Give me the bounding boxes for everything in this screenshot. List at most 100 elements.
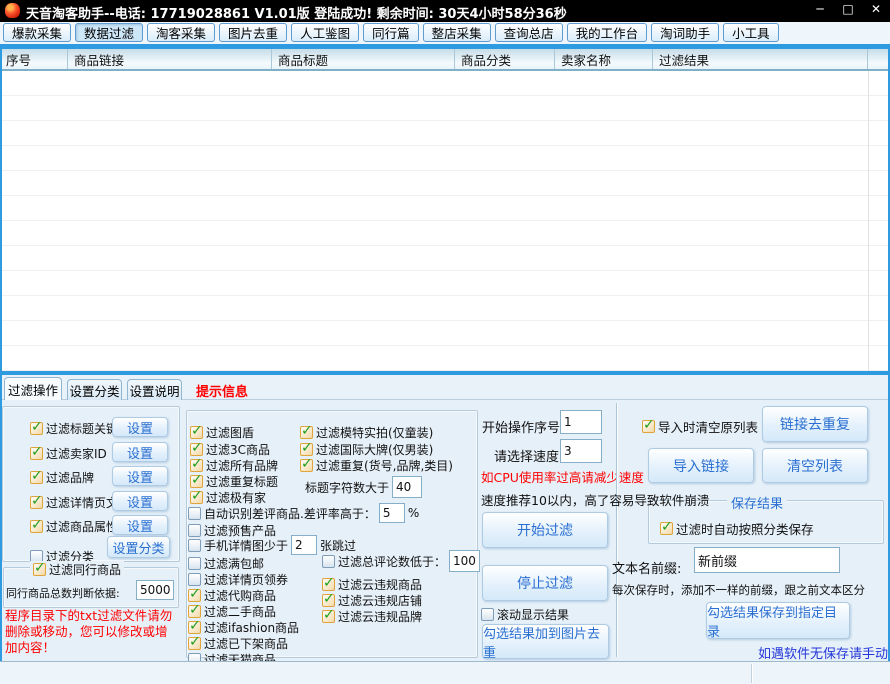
- window-title: 天音淘客助手--电话: 17719028861 V1.01版 登陆成功! 剩余时…: [26, 3, 567, 22]
- col-header-link[interactable]: 商品链接: [68, 49, 272, 69]
- nav-tab-peer[interactable]: 同行篇: [363, 23, 419, 42]
- auto-save-checkbox[interactable]: [660, 522, 673, 535]
- filter-delisted-row: 过滤已下架商品: [188, 635, 288, 651]
- filter-product-attr-checkbox[interactable]: [30, 520, 43, 533]
- minimize-icon[interactable]: ─: [812, 2, 828, 16]
- filter-title-keywords-checkbox[interactable]: [30, 422, 43, 435]
- auto-save-row: 过滤时自动按照分类保存: [660, 520, 814, 536]
- start-filter-button[interactable]: 开始过滤: [482, 512, 608, 548]
- filter-peer-products-checkbox[interactable]: [33, 563, 46, 576]
- add-to-image-dedup-button[interactable]: 勾选结果加到图片去重: [482, 624, 609, 659]
- speed-label: 请选择速度:: [494, 446, 563, 465]
- txt-files-warning: 程序目录下的txt过滤文件请勿删除或移动，您可以修改或增加内容！: [5, 608, 178, 656]
- filter-free-ship-checkbox[interactable]: [188, 557, 201, 570]
- filter-presale-checkbox[interactable]: [188, 524, 201, 537]
- set-category-button[interactable]: 设置分类: [107, 536, 170, 558]
- nav-tab-manual-review[interactable]: 人工鉴图: [291, 23, 359, 42]
- set-title-keywords-button[interactable]: 设置: [112, 417, 168, 437]
- set-seller-id-button[interactable]: 设置: [112, 442, 168, 462]
- filter-jiyoujia-checkbox[interactable]: [190, 491, 203, 504]
- filter-cloud-brand-checkbox[interactable]: [322, 610, 335, 623]
- set-product-attr-button[interactable]: 设置: [112, 515, 168, 535]
- tab-set-category[interactable]: 设置分类: [67, 379, 122, 400]
- col-header-category[interactable]: 商品分类: [455, 49, 555, 69]
- phone-detail-count-input[interactable]: 2: [291, 535, 317, 555]
- col-header-result[interactable]: 过滤结果: [653, 49, 868, 69]
- stop-filter-button[interactable]: 停止过滤: [482, 565, 608, 601]
- filter-intl-brand-checkbox[interactable]: [300, 443, 313, 456]
- filter-daigou-checkbox[interactable]: [188, 589, 201, 602]
- scroll-results-checkbox[interactable]: [481, 608, 494, 621]
- nav-tab-data-filter[interactable]: 数据过滤: [75, 23, 143, 42]
- filter-detail-text-checkbox[interactable]: [30, 496, 43, 509]
- tab-filter-actions[interactable]: 过滤操作: [4, 377, 62, 400]
- filter-ifashion-checkbox[interactable]: [188, 621, 201, 634]
- hint-label: 提示信息: [196, 381, 248, 400]
- filter-coupon-checkbox[interactable]: [188, 573, 201, 586]
- peer-count-input[interactable]: 5000: [136, 580, 174, 600]
- clear-list-button[interactable]: 清空列表: [762, 448, 868, 483]
- filter-intl-brand-row: 过滤国际大牌(仅男装): [300, 441, 433, 457]
- filter-coupon-row: 过滤详情页领券: [188, 571, 288, 587]
- import-links-button[interactable]: 导入链接: [648, 448, 754, 483]
- checkbox-label: 过滤极有家: [206, 489, 266, 506]
- checkbox-label: 过滤同行商品: [49, 561, 121, 578]
- col-header-index[interactable]: 序号: [0, 49, 68, 69]
- nav-tab-whole-store-collect[interactable]: 整店采集: [423, 23, 491, 42]
- speed-input[interactable]: 3: [560, 439, 602, 463]
- filter-secondhand-checkbox[interactable]: [188, 605, 201, 618]
- min-comments-checkbox[interactable]: [322, 555, 335, 568]
- filter-brand-checkbox[interactable]: [30, 471, 43, 484]
- nav-tab-burst-collect[interactable]: 爆款采集: [3, 23, 71, 42]
- filter-seller-id-row: 过滤卖家ID: [30, 445, 107, 461]
- title-length-label: 标题字符数大于: [305, 479, 389, 496]
- set-brand-button[interactable]: 设置: [112, 466, 168, 486]
- save-to-directory-button[interactable]: 勾选结果保存到指定目录: [706, 602, 850, 639]
- nav-tab-query-store[interactable]: 查询总店: [495, 23, 563, 42]
- checkbox-label: 过滤云违规品牌: [338, 608, 422, 625]
- tab-settings-help[interactable]: 设置说明: [127, 379, 182, 400]
- filter-3c-checkbox[interactable]: [190, 443, 203, 456]
- phone-detail-checkbox[interactable]: [188, 539, 201, 552]
- filter-cloud-product-checkbox[interactable]: [322, 578, 335, 591]
- checkbox-label: 过滤所有品牌: [206, 457, 278, 474]
- set-detail-text-button[interactable]: 设置: [112, 491, 168, 511]
- speed-note-text: 速度推荐10以内，高了容易导致软件崩溃: [481, 490, 709, 509]
- start-index-label: 开始操作序号:: [482, 417, 564, 436]
- filter-product-attr-row: 过滤商品属性: [30, 518, 118, 534]
- filter-all-brands-checkbox[interactable]: [190, 459, 203, 472]
- nav-tab-image-dedup[interactable]: 图片去重: [219, 23, 287, 42]
- col-header-seller[interactable]: 卖家名称: [555, 49, 653, 69]
- filter-model-photo-checkbox[interactable]: [300, 426, 313, 439]
- col-header-title[interactable]: 商品标题: [272, 49, 455, 69]
- filter-dup-title-row: 过滤重复标题: [190, 473, 278, 489]
- checkbox-label: 手机详情图少于: [204, 537, 288, 554]
- close-icon[interactable]: ✕: [868, 2, 884, 16]
- clear-on-import-checkbox[interactable]: [642, 420, 655, 433]
- results-table-body[interactable]: [0, 71, 890, 371]
- maximize-icon[interactable]: □: [840, 2, 856, 16]
- prefix-label: 文本名前缀:: [612, 558, 681, 577]
- filter-delisted-checkbox[interactable]: [188, 637, 201, 650]
- filter-seller-id-checkbox[interactable]: [30, 447, 43, 460]
- nav-tab-workbench[interactable]: 我的工作台: [567, 23, 648, 42]
- nav-tab-taoke-collect[interactable]: 淘客采集: [147, 23, 215, 42]
- bad-review-checkbox[interactable]: [188, 507, 201, 520]
- start-index-input[interactable]: 1: [560, 410, 602, 434]
- filter-secondhand-row: 过滤二手商品: [188, 603, 276, 619]
- filter-dup-title-checkbox[interactable]: [190, 475, 203, 488]
- link-dedup-button[interactable]: 链接去重复: [762, 406, 868, 442]
- min-comments-input[interactable]: 100: [449, 550, 480, 572]
- filter-cloud-shop-checkbox[interactable]: [322, 594, 335, 607]
- filter-dup-sku-row: 过滤重复(货号,品牌,类目): [300, 457, 453, 473]
- prefix-input[interactable]: 新前缀: [694, 547, 840, 573]
- checkbox-label: 过滤ifashion商品: [204, 619, 299, 636]
- filter-tudun-checkbox[interactable]: [190, 426, 203, 439]
- bad-review-rate-input[interactable]: 5: [379, 503, 405, 523]
- filter-dup-sku-checkbox[interactable]: [300, 459, 313, 472]
- title-length-input[interactable]: 40: [392, 476, 422, 498]
- bad-review-suffix: %: [408, 506, 419, 520]
- bad-review-row: 自动识别差评商品.差评率高于： 5 %: [188, 505, 419, 521]
- nav-tab-tools[interactable]: 小工具: [723, 23, 779, 42]
- nav-tab-taoci-helper[interactable]: 淘词助手: [651, 23, 719, 42]
